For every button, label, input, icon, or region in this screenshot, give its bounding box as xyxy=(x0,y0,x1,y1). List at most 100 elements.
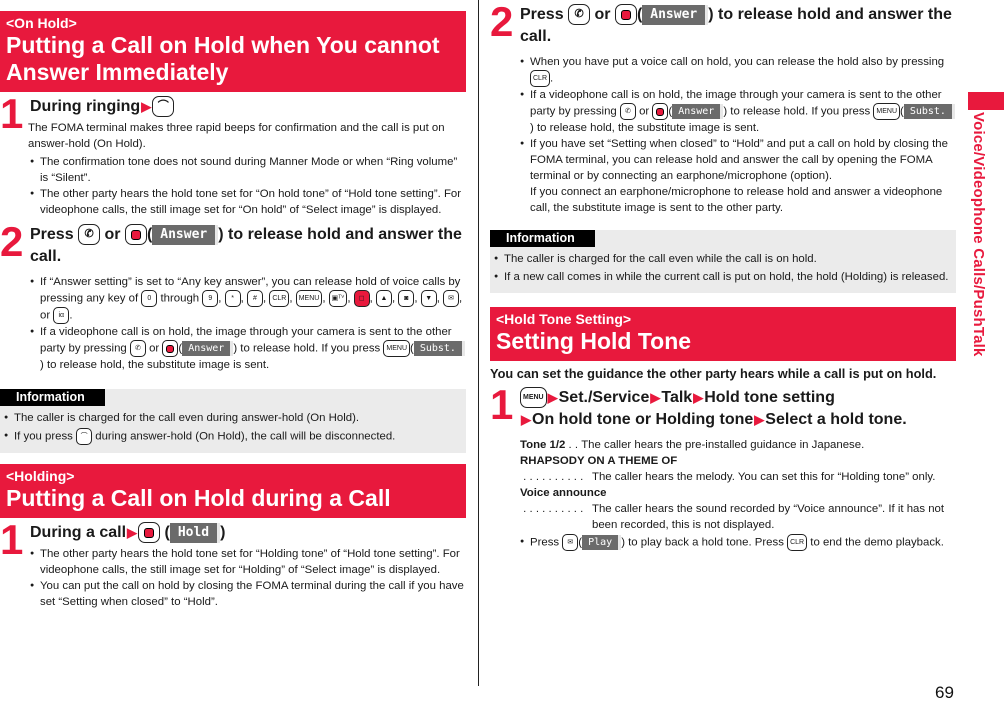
bullet-item: The other party hears the hold tone set … xyxy=(30,186,466,218)
arrow-icon: ▶ xyxy=(521,412,531,427)
up-key-icon: ▲ xyxy=(376,290,393,307)
mail-key-icon: ✉ xyxy=(562,534,579,551)
arrow-icon: ▶ xyxy=(547,390,558,405)
step-heading-text: During ringing xyxy=(30,98,141,115)
section-tag: <Hold Tone Setting> xyxy=(496,311,632,327)
bullet-item: When you have put a voice call on hold, … xyxy=(520,54,956,87)
down-key-icon: ▼ xyxy=(420,290,437,307)
bullet-item: The caller is charged for the call even … xyxy=(494,251,950,267)
right-column: 2 Press ✆ or (Answer) to release hold an… xyxy=(490,0,956,551)
information-box: Information The caller is charged for th… xyxy=(0,389,466,453)
answer-softkey-icon: Answer xyxy=(672,104,724,119)
text: ) to release hold, the substitute image … xyxy=(530,122,760,134)
step-1-holding: 1 During a call▶ (Hold) The other party … xyxy=(0,519,466,610)
side-key-icon: ◙ xyxy=(398,290,415,307)
section-header-on-hold: <On Hold> Putting a Call on Hold when Yo… xyxy=(0,11,466,92)
bullet-list: When you have put a voice call on hold, … xyxy=(520,54,956,216)
answer-softkey-icon: Answer xyxy=(642,4,709,25)
section-title: Putting a Call on Hold during a Call xyxy=(6,485,391,511)
section-header-holding: <Holding> Putting a Call on Hold during … xyxy=(0,464,466,518)
play-softkey-icon: Play xyxy=(582,535,622,550)
text: If you have set “Setting when closed” to… xyxy=(530,138,948,182)
arrow-icon: ▶ xyxy=(650,390,661,405)
option-rhapsody-term: RHAPSODY ON A THEME OF xyxy=(520,453,956,469)
step-number: 2 xyxy=(0,218,24,265)
step-heading: During ringing▶ ⌒ xyxy=(30,96,466,118)
option-term: RHAPSODY ON A THEME OF xyxy=(520,455,678,467)
center-key-icon xyxy=(652,103,669,120)
start-call-key-icon: ✆ xyxy=(129,340,146,357)
text: ) to release hold. If you press xyxy=(723,105,871,118)
section-title: Putting a Call on Hold when You cannot A… xyxy=(6,32,440,85)
hold-tone-options: Tone 1/2 . . The caller hears the pre-in… xyxy=(520,437,956,533)
subst-softkey-icon: Subst. xyxy=(413,341,465,356)
bullet-item: The caller is charged for the call even … xyxy=(4,410,460,426)
menu-key-icon: MENU xyxy=(295,290,323,307)
information-box: Information The caller is charged for th… xyxy=(490,230,956,293)
text: or xyxy=(639,105,650,118)
step-number: 1 xyxy=(490,381,514,428)
section-header-hold-tone: <Hold Tone Setting> Setting Hold Tone xyxy=(490,307,956,361)
heading-text: During a call xyxy=(30,524,127,541)
option-term: Tone 1/2 xyxy=(520,439,566,451)
clr-key-icon: CLR xyxy=(530,70,551,87)
text: Press xyxy=(530,536,560,549)
bullet-item: The confirmation tone does not sound dur… xyxy=(30,154,466,186)
i-alpha-key-icon: iα xyxy=(53,307,70,324)
subst-softkey-icon: Subst. xyxy=(903,104,955,119)
key-0-icon: 0 xyxy=(141,290,158,307)
option-voice-desc: . . . . . . . . . . The caller hears the… xyxy=(520,501,956,533)
section-intro: You can set the guidance the other party… xyxy=(490,366,937,381)
step-2-release-hold: 2 Press ✆ or (Answer) to release hold an… xyxy=(490,1,956,216)
mail-key-icon: ✉ xyxy=(443,290,460,307)
option-voice-term: Voice announce xyxy=(520,485,956,501)
step-1-hold-tone: 1 MENU ▶Set./Service▶Talk▶Hold tone setti… xyxy=(490,381,956,551)
hold-softkey-icon: Hold xyxy=(169,522,221,543)
option-desc: The caller hears the melody. You can set… xyxy=(592,471,936,483)
start-call-key-icon: ✆ xyxy=(619,103,636,120)
step-1-on-hold: 1 During ringing▶ ⌒ The FOMA terminal mak… xyxy=(0,90,466,218)
bullet-list: The other party hears the hold tone set … xyxy=(30,546,466,610)
step-number: 1 xyxy=(0,90,24,137)
option-desc: The caller hears the sound recorded by “… xyxy=(592,503,945,531)
option-desc: The caller hears the pre-installed guida… xyxy=(581,439,865,451)
text: If you connect an earphone/microphone to… xyxy=(530,186,943,214)
menu-key-icon: MENU xyxy=(383,340,411,357)
answer-softkey-icon: Answer xyxy=(182,341,234,356)
center-key-icon xyxy=(162,340,179,357)
option-tone-1-2: Tone 1/2 . . The caller hears the pre-in… xyxy=(520,437,956,453)
text: to end the demo playback. xyxy=(810,536,944,549)
option-dots: . . . . . . . . . . xyxy=(520,503,587,515)
information-label: Information xyxy=(490,230,595,247)
text: through xyxy=(160,292,200,305)
heading-text: Press xyxy=(520,6,564,23)
heading-text: or xyxy=(594,6,611,23)
end-call-key-icon: ⌒ xyxy=(76,428,93,445)
section-tag: <On Hold> xyxy=(6,15,77,31)
arrow-icon: ▶ xyxy=(141,99,152,114)
bullet-list: If “Answer setting” is set to “Any key a… xyxy=(30,274,466,373)
bullet-list: The caller is charged for the call even … xyxy=(490,247,956,285)
heading-text: or xyxy=(104,226,121,243)
camera-key-icon: ▣ᵀⱽ xyxy=(328,290,348,307)
menu-path: MENU ▶Set./Service▶Talk▶Hold tone setting… xyxy=(520,387,956,431)
start-call-key-icon: ✆ xyxy=(568,4,591,26)
center-key-icon xyxy=(138,522,161,544)
step-heading: Press ✆ or (Answer) to release hold and … xyxy=(30,224,462,265)
answer-softkey-icon: Answer xyxy=(152,224,219,245)
key-star-icon: * xyxy=(224,290,241,307)
multi-cursor-key-icon: ◻ xyxy=(353,290,370,307)
step-body: The FOMA terminal makes three rapid beep… xyxy=(28,122,445,150)
bullet-item: If “Answer setting” is set to “Any key a… xyxy=(30,274,466,324)
key-hash-icon: # xyxy=(246,290,263,307)
center-key-icon xyxy=(124,224,147,246)
menu-path-item: On hold tone or Holding tone xyxy=(532,411,754,428)
start-call-key-icon: ✆ xyxy=(78,224,101,246)
step-heading: Press ✆ or (Answer) to release hold and … xyxy=(520,4,952,45)
bullet-item: If you press ⌒ during answer-hold (On Ho… xyxy=(4,428,460,445)
option-dots: . . . . . . . . . . xyxy=(520,471,587,483)
side-tab-label: Voice/Videophone Calls/PushTalk xyxy=(970,112,987,357)
text: If you press xyxy=(14,430,73,443)
step-heading: During a call▶ (Hold) xyxy=(30,522,466,544)
bullet-list: The caller is charged for the call even … xyxy=(0,406,466,445)
